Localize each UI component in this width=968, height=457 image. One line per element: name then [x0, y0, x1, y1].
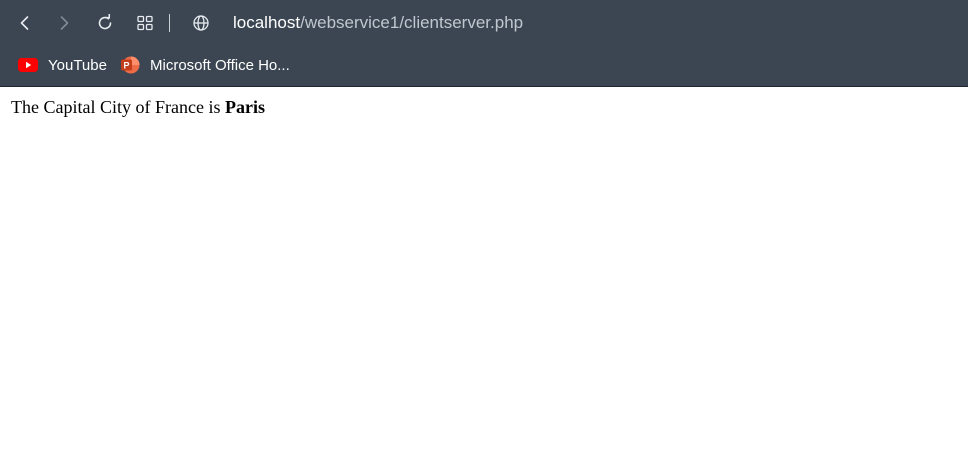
bookmark-label: YouTube — [48, 56, 107, 74]
apps-grid-icon — [137, 15, 153, 31]
page-content: The Capital City of France is Paris — [11, 97, 265, 118]
back-icon — [20, 16, 29, 30]
bookmark-label: Microsoft Office Ho... — [150, 56, 290, 74]
browser-toolbar: localhost/webservice1/clientserver.php — [0, 0, 968, 46]
address-path: /webservice1/clientserver.php — [300, 13, 524, 32]
forward-icon — [60, 16, 69, 30]
svg-text:P: P — [123, 61, 129, 71]
capital-sentence: The Capital City of France is — [11, 97, 221, 117]
bookmarks-bar: YouTube P Microsoft Office Ho... — [0, 50, 968, 80]
powerpoint-icon: P — [120, 55, 140, 75]
address-host: localhost — [233, 13, 301, 32]
reload-icon — [98, 14, 112, 30]
bookmark-youtube[interactable]: YouTube — [18, 53, 107, 77]
forward-button[interactable] — [52, 11, 76, 35]
apps-button[interactable] — [133, 11, 157, 35]
globe-icon — [193, 15, 209, 31]
site-info-button[interactable] — [189, 11, 213, 35]
bookmark-microsoft-office[interactable]: P Microsoft Office Ho... — [120, 53, 290, 77]
browser-chrome: localhost/webservice1/clientserver.php Y… — [0, 0, 968, 87]
reload-button[interactable] — [93, 11, 117, 35]
toolbar-separator — [169, 14, 170, 32]
youtube-icon — [18, 55, 38, 75]
address-bar[interactable]: localhost/webservice1/clientserver.php — [233, 12, 523, 34]
capital-answer: Paris — [224, 97, 265, 117]
back-button[interactable] — [13, 11, 37, 35]
